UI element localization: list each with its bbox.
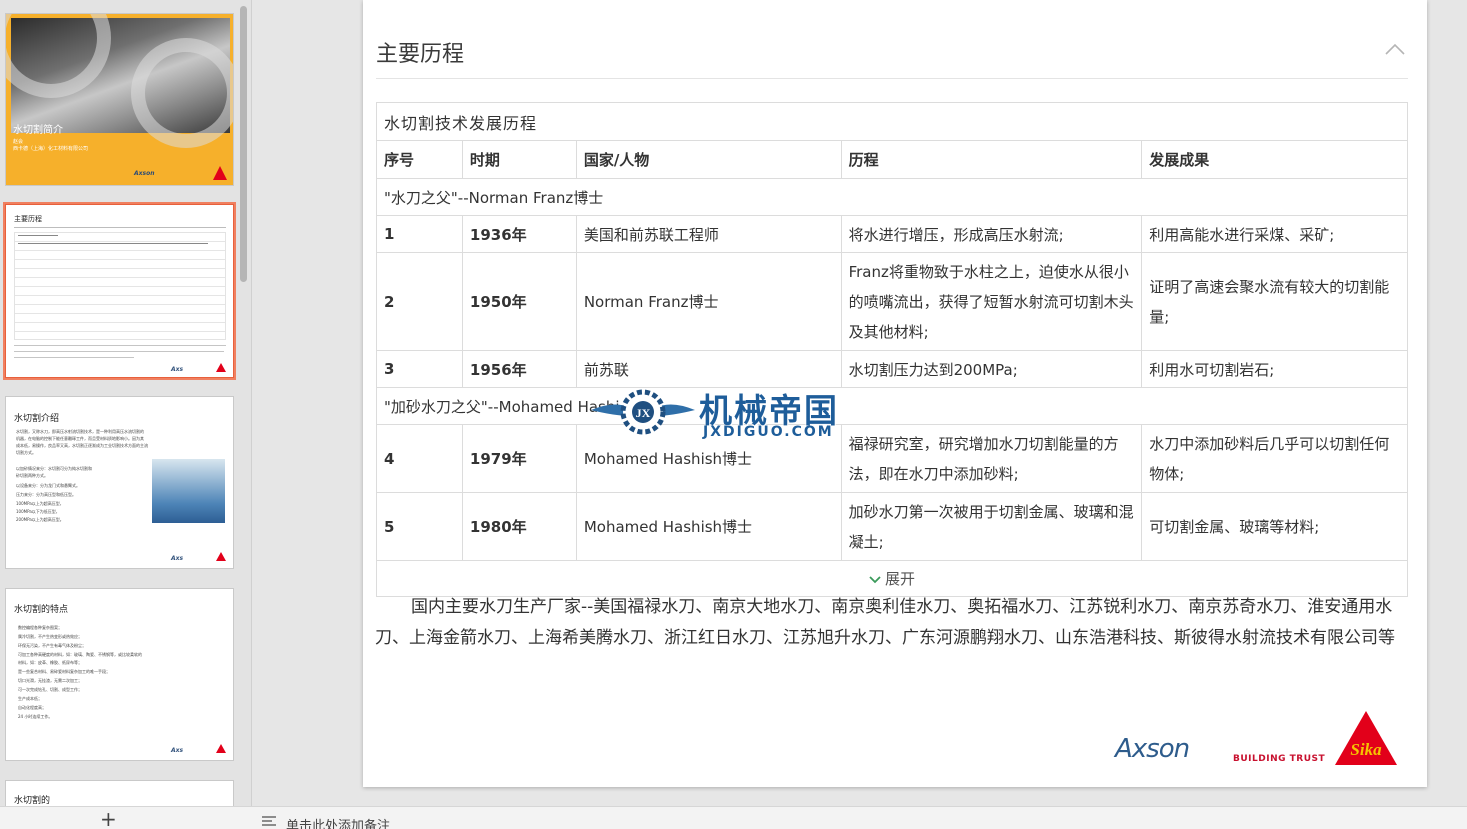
axson-logo-mini: Axs — [171, 555, 184, 562]
thumbnail-scrollbar[interactable] — [240, 6, 247, 282]
watermark: JX 机械帝国 JXDIGUO.COM — [587, 382, 887, 444]
notes-placeholder[interactable]: 单击此处添加备注 — [286, 815, 390, 829]
thumbnail-title: 主要历程 — [14, 215, 42, 223]
sika-logo-mini — [216, 744, 226, 753]
thumbnail-author: 赵会 — [13, 139, 24, 145]
building-trust-text: BUILDING TRUST — [1233, 754, 1326, 764]
column-header-person: 国家/人物 — [575, 140, 842, 179]
section-title: "水刀之父"--Norman Franz博士 — [376, 178, 1408, 216]
table-caption-row: 水切割技术发展历程 — [376, 102, 1408, 141]
sika-logo-mini — [216, 363, 226, 372]
slide-thumbnail-4[interactable]: 水切割的特点 数控编程各种复杂图案； 属冷切割，不产生热变形或热效应； 环保无污… — [5, 588, 234, 761]
thumbnail-title: 水切割的 — [14, 796, 51, 806]
sika-logo-mini — [213, 166, 227, 180]
notes-icon — [262, 816, 276, 826]
heading-divider — [376, 78, 1408, 79]
table-row: 4 1979年 Mohamed Hashish博士 福禄研究室，研究增加水刀切割… — [376, 424, 1408, 493]
table-caption: 水切割技术发展历程 — [376, 102, 1408, 141]
svg-text:JX: JX — [636, 406, 651, 420]
chevron-up-icon[interactable] — [1385, 42, 1405, 56]
table-row: 1 1936年 美国和前苏联工程师 将水进行增压，形成高压水射流; 利用高能水进… — [376, 215, 1408, 253]
expand-label: 展开 — [884, 570, 915, 588]
slide-thumbnail-1[interactable]: 水切割简介 赵会 西卡德（上海）化工材料有限公司 Axson — [5, 13, 234, 186]
axson-logo-mini: Axs — [171, 366, 184, 373]
thumbnail-cover-photo — [6, 14, 233, 148]
table-section-row: "加砂水刀之父"--Mohamed Hashi — [376, 387, 1408, 425]
section-title: "加砂水刀之父"--Mohamed Hashi — [376, 387, 1408, 425]
table-row: 2 1950年 Norman Franz博士 Franz将重物致于水柱之上，迫使… — [376, 252, 1408, 351]
slide-thumbnail-5[interactable]: 水切割的 — [5, 780, 234, 806]
axson-logo-mini: Axs — [171, 747, 184, 754]
gear-wings-icon: JX — [591, 389, 695, 435]
thumbnail-title: 水切割简介 — [13, 125, 63, 136]
axson-logo-mini: Axson — [134, 170, 155, 177]
thumbnail-company: 西卡德（上海）化工材料有限公司 — [13, 146, 89, 152]
manufacturers-paragraph: 国内主要水刀生产厂家--美国福禄水刀、南京大地水刀、南京奥利佳水刀、奥拓福水刀、… — [375, 597, 1395, 648]
slide-heading: 主要历程 — [376, 42, 465, 67]
column-header-period: 时期 — [461, 140, 577, 179]
column-header-result: 发展成果 — [1141, 140, 1408, 179]
thumbnail-title: 水切割的特点 — [14, 605, 69, 615]
history-table: 水切割技术发展历程 序号 时期 国家/人物 历程 发展成果 "水刀之父"--No… — [376, 102, 1408, 597]
thumbnail-title: 水切割介绍 — [14, 414, 60, 424]
thumbnail-water-photo — [152, 459, 225, 523]
sika-logo: Sika — [1335, 711, 1397, 765]
watermark-url: JXDIGUO.COM — [703, 424, 834, 440]
slide-canvas[interactable]: 主要历程 水切割技术发展历程 序号 时期 国家/人物 历程 发展成果 "水刀之父… — [363, 0, 1427, 787]
chevron-down-icon — [869, 575, 881, 583]
slide-thumbnail-2[interactable]: 主要历程 Axs — [3, 202, 236, 380]
axson-logo: Axson — [1115, 734, 1190, 764]
add-slide-button[interactable]: + — [100, 809, 117, 829]
table-section-row: "水刀之父"--Norman Franz博士 — [376, 178, 1408, 216]
table-row: 5 1980年 Mohamed Hashish博士 加砂水刀第一次被用于切割金属… — [376, 492, 1408, 561]
table-header-row: 序号 时期 国家/人物 历程 发展成果 — [376, 140, 1408, 179]
bottom-bar: + 单击此处添加备注 — [0, 806, 1467, 829]
svg-text:Sika: Sika — [1350, 740, 1382, 759]
slide-thumbnail-pane: 水切割简介 赵会 西卡德（上海）化工材料有限公司 Axson 主要历程 Axs … — [0, 0, 252, 806]
column-header-history: 历程 — [840, 140, 1143, 179]
slide-thumbnail-3[interactable]: 水切割介绍 水切割，又称水刀，即高压水射流切割技术，是一种利用高压水流切割的 机… — [5, 396, 234, 569]
table-row: 3 1956年 前苏联 水切割压力达到200MPa; 利用水可切割岩石; — [376, 350, 1408, 388]
sika-logo-mini — [216, 552, 226, 561]
column-header-no: 序号 — [376, 140, 463, 179]
